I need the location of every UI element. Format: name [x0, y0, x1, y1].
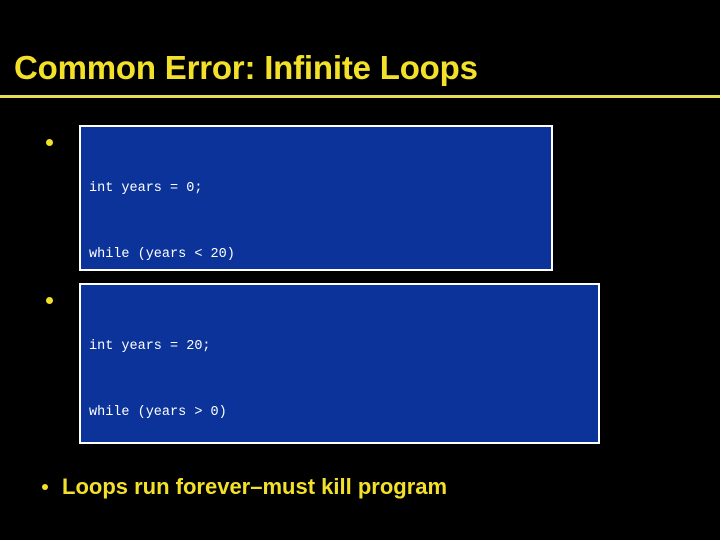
page-title: Common Error: Infinite Loops [14, 49, 478, 86]
bullet-marker-icon [46, 139, 53, 146]
bullet-marker-icon [42, 483, 48, 490]
code-block-second: int years = 20; while (years > 0) { year… [79, 283, 600, 444]
footer-bullet-item: Loops run forever–must kill program [42, 472, 702, 502]
footer-bullet-label: Loops run forever–must kill program [62, 474, 448, 499]
code-line: int years = 20; [89, 339, 211, 354]
code-line: int years = 0; [89, 181, 203, 196]
code-block-first: int years = 0; while (years < 20) { doub… [79, 125, 553, 271]
code-line: while (years > 0) [89, 405, 227, 420]
title-divider [0, 95, 720, 98]
code-line: while (years < 20) [89, 247, 235, 262]
bullet-marker-icon [46, 297, 53, 304]
slide-canvas: Common Error: Infinite Loops int years =… [0, 0, 720, 540]
